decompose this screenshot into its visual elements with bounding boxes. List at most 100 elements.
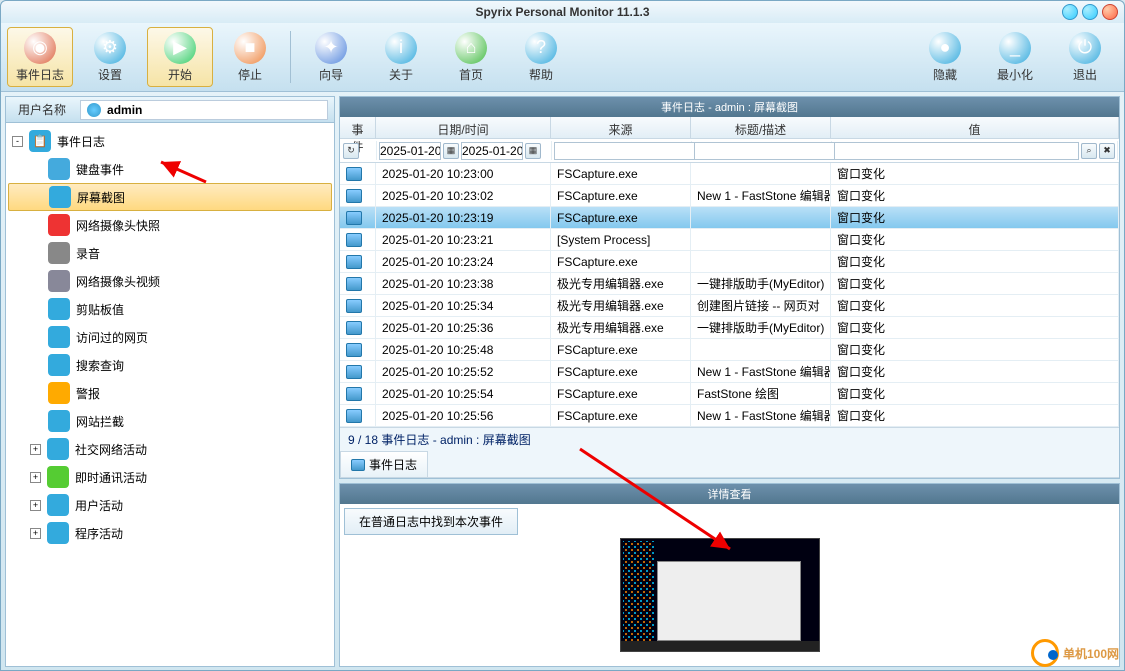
minimize-icon[interactable]	[1062, 4, 1078, 20]
tree-item-expandable[interactable]: +社交网络活动	[8, 435, 332, 463]
tree-item[interactable]: 网站拦截	[8, 407, 332, 435]
tree-item[interactable]: 录音	[8, 239, 332, 267]
toolbar-button[interactable]: ?帮助	[508, 27, 574, 87]
tree-item-expandable[interactable]: +即时通讯活动	[8, 463, 332, 491]
monitor-icon	[346, 167, 362, 181]
toolbar-button[interactable]: i关于	[368, 27, 434, 87]
monitor-icon	[346, 321, 362, 335]
toolbar-button[interactable]: ■停止	[217, 27, 283, 87]
table-row[interactable]: 2025-01-20 10:25:36 极光专用编辑器.exe 一键排版助手(M…	[340, 317, 1119, 339]
tree-item[interactable]: 警报	[8, 379, 332, 407]
tree-item[interactable]: 屏幕截图	[8, 183, 332, 211]
tree-item[interactable]: 剪贴板值	[8, 295, 332, 323]
toolbar-icon: ?	[525, 32, 557, 64]
tree-item[interactable]: 网络摄像头快照	[8, 211, 332, 239]
expand-icon[interactable]: +	[30, 444, 41, 455]
collapse-icon[interactable]: -	[12, 136, 23, 147]
table-row[interactable]: 2025-01-20 10:23:19 FSCapture.exe 窗口变化	[340, 207, 1119, 229]
category-icon	[47, 438, 69, 460]
col-event[interactable]: 事件	[340, 117, 376, 138]
table-row[interactable]: 2025-01-20 10:23:02 FSCapture.exe New 1 …	[340, 185, 1119, 207]
calendar-icon[interactable]: ▦	[443, 143, 459, 159]
user-select[interactable]: admin	[80, 100, 328, 120]
table-row[interactable]: 2025-01-20 10:25:54 FSCapture.exe FastSt…	[340, 383, 1119, 405]
tree-item[interactable]: 网络摄像头视频	[8, 267, 332, 295]
toolbar-button[interactable]: ▶开始	[147, 27, 213, 87]
table-row[interactable]: 2025-01-20 10:25:52 FSCapture.exe New 1 …	[340, 361, 1119, 383]
status-footer: 9 / 18 事件日志 - admin : 屏幕截图	[340, 427, 1119, 451]
screenshot-thumbnail[interactable]	[620, 538, 820, 652]
expand-icon[interactable]: +	[30, 500, 41, 511]
toolbar-button[interactable]: ◉事件日志	[7, 27, 73, 87]
col-value[interactable]: 值	[831, 117, 1119, 138]
category-icon	[48, 242, 70, 264]
category-icon	[48, 214, 70, 236]
toolbar-button[interactable]: ⌂首页	[438, 27, 504, 87]
col-title[interactable]: 标题/描述	[691, 117, 831, 138]
table-row[interactable]: 2025-01-20 10:25:34 极光专用编辑器.exe 创建图片链接 -…	[340, 295, 1119, 317]
toolbar-button[interactable]: ●隐藏	[912, 27, 978, 87]
toolbar-button[interactable]: ⏻退出	[1052, 27, 1118, 87]
sidebar: 用户名称 admin -📋事件日志 键盘事件屏幕截图网络摄像头快照录音网络摄像头…	[5, 96, 335, 667]
tree-item[interactable]: 搜索查询	[8, 351, 332, 379]
calendar-icon[interactable]: ▦	[525, 143, 541, 159]
tree-root[interactable]: -📋事件日志	[8, 127, 332, 155]
monitor-icon	[351, 459, 365, 471]
toolbar-icon: ✦	[315, 32, 347, 64]
toolbar-button[interactable]: _最小化	[982, 27, 1048, 87]
toolbar-button[interactable]: ✦向导	[298, 27, 364, 87]
category-icon	[47, 466, 69, 488]
col-source[interactable]: 来源	[551, 117, 691, 138]
toolbar-button[interactable]: ⚙设置	[77, 27, 143, 87]
monitor-icon	[346, 277, 362, 291]
monitor-icon	[346, 255, 362, 269]
monitor-icon	[346, 189, 362, 203]
date-from-input[interactable]	[379, 142, 441, 160]
table-row[interactable]: 2025-01-20 10:23:00 FSCapture.exe 窗口变化	[340, 163, 1119, 185]
search-icon[interactable]: ⌕	[1081, 143, 1097, 159]
table-row[interactable]: 2025-01-20 10:25:56 FSCapture.exe New 1 …	[340, 405, 1119, 427]
table-row[interactable]: 2025-01-20 10:23:21 [System Process] 窗口变…	[340, 229, 1119, 251]
clear-icon[interactable]: ✖	[1099, 143, 1115, 159]
tree-item-expandable[interactable]: +程序活动	[8, 519, 332, 547]
monitor-icon	[346, 233, 362, 247]
close-icon[interactable]	[1102, 4, 1118, 20]
toolbar-icon: ▶	[164, 32, 196, 64]
user-name: admin	[107, 103, 142, 117]
toolbar-icon: ⏻	[1069, 32, 1101, 64]
tree-item-expandable[interactable]: +用户活动	[8, 491, 332, 519]
detail-panel-title: 详情查看	[340, 484, 1119, 504]
category-icon	[49, 186, 71, 208]
window-title: Spyrix Personal Monitor 11.1.3	[475, 1, 649, 23]
category-icon	[47, 522, 69, 544]
tab-event-log[interactable]: 事件日志	[340, 451, 428, 477]
category-icon	[48, 410, 70, 432]
monitor-icon	[346, 299, 362, 313]
toolbar-icon: _	[999, 32, 1031, 64]
detail-panel: 详情查看 在普通日志中找到本次事件	[339, 483, 1120, 667]
log-icon: 📋	[29, 130, 51, 152]
monitor-icon	[346, 387, 362, 401]
category-icon	[48, 354, 70, 376]
table-row[interactable]: 2025-01-20 10:23:24 FSCapture.exe 窗口变化	[340, 251, 1119, 273]
toolbar-icon: i	[385, 32, 417, 64]
refresh-icon[interactable]: ↻	[343, 143, 359, 159]
value-filter-input[interactable]	[834, 142, 1079, 160]
tree-item[interactable]: 访问过的网页	[8, 323, 332, 351]
category-icon	[48, 382, 70, 404]
category-icon	[47, 494, 69, 516]
table-row[interactable]: 2025-01-20 10:23:38 极光专用编辑器.exe 一键排版助手(M…	[340, 273, 1119, 295]
maximize-icon[interactable]	[1082, 4, 1098, 20]
tree-item[interactable]: 键盘事件	[8, 155, 332, 183]
expand-icon[interactable]: +	[30, 528, 41, 539]
find-in-log-button[interactable]: 在普通日志中找到本次事件	[344, 508, 518, 535]
table-row[interactable]: 2025-01-20 10:25:48 FSCapture.exe 窗口变化	[340, 339, 1119, 361]
col-datetime[interactable]: 日期/时间	[376, 117, 551, 138]
main-toolbar: ◉事件日志⚙设置▶开始■停止✦向导i关于⌂首页?帮助 ●隐藏_最小化⏻退出	[1, 23, 1124, 92]
source-filter-input[interactable]	[554, 142, 711, 160]
category-icon	[48, 270, 70, 292]
expand-icon[interactable]: +	[30, 472, 41, 483]
category-icon	[48, 158, 70, 180]
date-to-input[interactable]	[461, 142, 523, 160]
title-filter-input[interactable]	[694, 142, 851, 160]
